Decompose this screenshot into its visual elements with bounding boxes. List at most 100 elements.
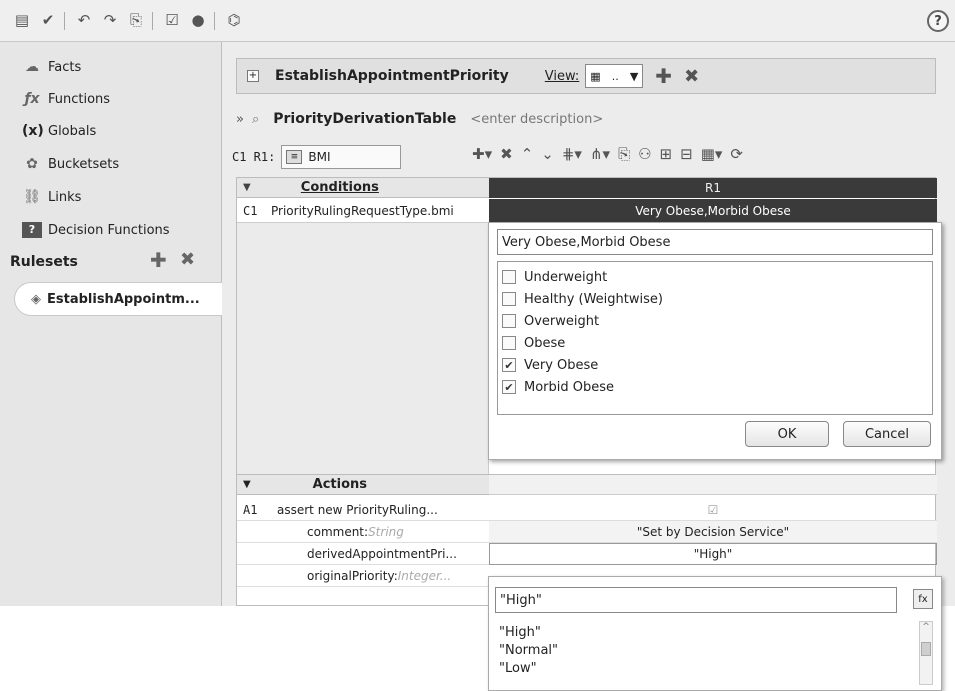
option-obese[interactable]: Obese — [498, 332, 932, 354]
rule-column-header[interactable]: R1 — [489, 178, 937, 198]
ruleset-title: EstablishAppointmentPriority — [275, 68, 509, 84]
find-icon[interactable]: ⎘ — [618, 145, 630, 163]
cancel-button[interactable]: Cancel — [843, 421, 931, 447]
dropdown-option[interactable]: "High" — [499, 623, 541, 641]
toolbar-separator — [152, 12, 153, 30]
links-icon: ⛓ — [23, 189, 41, 205]
sidebar-item-label: Facts — [48, 59, 82, 75]
value-dropdown-input[interactable]: "High" — [495, 587, 897, 613]
dropdown-option[interactable]: "Low" — [499, 659, 537, 677]
action-param-row[interactable]: comment: String — [237, 521, 489, 543]
toolbar: ▤ ✔ ↶ ↷ ⎘ ☑ ● ⌬ ? — [0, 0, 955, 42]
binoculars-icon[interactable]: ⚇ — [638, 145, 651, 163]
checkbox-checked[interactable]: ✔ — [502, 358, 516, 372]
view-value: .. — [611, 69, 619, 83]
merge-icon[interactable]: ⊟ — [680, 145, 693, 163]
expand-icon[interactable]: + — [247, 70, 259, 82]
sidebar-item-label: Functions — [48, 91, 111, 107]
ruleset-item[interactable]: ◈ EstablishAppointm... — [14, 282, 224, 316]
scrollbar[interactable]: ^ — [919, 621, 933, 685]
undo-icon[interactable]: ↶ — [74, 10, 94, 30]
ruleset-item-label: EstablishAppointm... — [47, 291, 200, 307]
insert-column-icon[interactable]: ⋔▾ — [590, 145, 610, 163]
move-down-icon[interactable]: ⌄ — [541, 145, 554, 163]
action-row[interactable]: A1 assert new PriorityRuling... — [237, 499, 489, 521]
add-icon[interactable]: ✚ — [655, 64, 672, 88]
sidebar-item-bucketsets[interactable]: ✿ Bucketsets — [22, 153, 119, 175]
param-name: comment: — [307, 524, 369, 539]
condition-cell-value[interactable]: Very Obese,Morbid Obese — [489, 199, 937, 223]
expression-builder-icon[interactable]: fx — [913, 589, 933, 609]
checkbox[interactable] — [502, 336, 516, 350]
list-icon: ≡ — [286, 150, 303, 164]
option-very-obese[interactable]: ✔ Very Obese — [498, 354, 932, 376]
ruleset-icon: ◈ — [31, 291, 41, 307]
option-morbid-obese[interactable]: ✔ Morbid Obese — [498, 376, 932, 398]
add-ruleset-icon[interactable]: ✚ — [150, 248, 167, 272]
scroll-thumb[interactable] — [921, 642, 931, 656]
split-icon[interactable]: ⊞ — [660, 145, 673, 163]
checkbox[interactable] — [502, 292, 516, 306]
decision-table-name: PriorityDerivationTable — [273, 111, 457, 127]
delete-icon[interactable]: ✖ — [684, 66, 699, 87]
dropdown-option[interactable]: "Normal" — [499, 641, 558, 659]
sidebar-item-functions[interactable]: ƒx Functions — [22, 88, 110, 110]
export-icon[interactable]: ⎘ — [126, 10, 146, 30]
decision-table-title-row: » ⌕ PriorityDerivationTable <enter descr… — [236, 106, 936, 132]
condition-row[interactable]: C1 PriorityRulingRequestType.bmi — [237, 199, 489, 223]
sidebar-item-label: Links — [48, 189, 82, 205]
delete-rule-icon[interactable]: ✖ — [500, 145, 513, 163]
option-underweight[interactable]: Underweight — [498, 266, 932, 288]
cell-toolbar: C1 R1: ≡ BMI ✚▾ ✖ ⌃ ⌄ ⋕▾ ⋔▾ ⎘ ⚇ ⊞ ⊟ ▦▾ ⟳ — [232, 142, 947, 172]
redo-icon[interactable]: ↷ — [100, 10, 120, 30]
actions-header: ▼ Actions — [237, 475, 489, 495]
option-label: Obese — [524, 335, 566, 351]
sidebar-item-decision-functions[interactable]: ? Decision Functions — [22, 219, 170, 241]
error-icon[interactable]: ● — [188, 10, 208, 30]
search-icon[interactable]: ⌕ — [252, 112, 259, 127]
cell-selector[interactable]: ≡ BMI — [281, 145, 402, 169]
view-icon: ▦ — [590, 69, 601, 83]
cell-selector-value: BMI — [308, 150, 331, 164]
option-overweight[interactable]: Overweight — [498, 310, 932, 332]
test-icon[interactable]: ⌬ — [224, 10, 244, 30]
add-rule-icon[interactable]: ✚▾ — [472, 145, 492, 163]
sort-arrow-icon[interactable]: ▼ — [243, 182, 251, 193]
action-checkbox[interactable]: ☑ — [489, 499, 937, 521]
sidebar-item-globals[interactable]: (x) Globals — [22, 120, 96, 142]
move-up-icon[interactable]: ⌃ — [521, 145, 534, 163]
gap-analysis-icon[interactable]: ⟳ — [730, 145, 743, 163]
value-picker-list: Underweight Healthy (Weightwise) Overwei… — [497, 261, 933, 415]
ok-button[interactable]: OK — [745, 421, 829, 447]
validate-icon[interactable]: ☑ — [162, 10, 182, 30]
param-name: originalPriority: — [307, 568, 398, 583]
action-param-row[interactable]: derivedAppointmentPri... — [237, 543, 489, 565]
action-param-row[interactable]: originalPriority: Integer... — [237, 565, 489, 587]
sidebar-item-label: Bucketsets — [48, 156, 120, 172]
description-field[interactable]: <enter description> — [470, 112, 603, 127]
scroll-up-icon[interactable]: ^ — [920, 622, 932, 632]
function-icon: ƒx — [24, 91, 40, 107]
table-options-icon[interactable]: ▦▾ — [701, 145, 723, 163]
bucketsets-icon: ✿ — [26, 156, 38, 172]
actions-header-label: Actions — [312, 477, 368, 492]
option-healthy[interactable]: Healthy (Weightwise) — [498, 288, 932, 310]
delete-ruleset-icon[interactable]: ✖ — [180, 249, 195, 270]
toolbar-separator — [214, 12, 215, 30]
sort-arrow-icon[interactable]: ▼ — [243, 479, 251, 490]
checkbox[interactable] — [502, 314, 516, 328]
insert-row-icon[interactable]: ⋕▾ — [562, 145, 582, 163]
collapse-icon[interactable]: » — [236, 112, 244, 127]
help-icon[interactable]: ? — [927, 10, 949, 32]
checkbox-checked[interactable]: ✔ — [502, 380, 516, 394]
book-icon[interactable]: ▤ — [12, 10, 32, 30]
sidebar-item-facts[interactable]: ☁ Facts — [22, 56, 81, 78]
value-picker-input[interactable]: Very Obese,Morbid Obese — [497, 229, 933, 255]
condition-id: C1 — [243, 203, 258, 218]
view-select[interactable]: ▦ .. ▼ — [585, 64, 644, 88]
param-value[interactable]: "High" — [489, 543, 937, 565]
checkbox[interactable] — [502, 270, 516, 284]
param-value[interactable]: "Set by Decision Service" — [489, 521, 937, 543]
sidebar-item-links[interactable]: ⛓ Links — [22, 186, 81, 208]
check-icon[interactable]: ✔ — [38, 10, 58, 30]
